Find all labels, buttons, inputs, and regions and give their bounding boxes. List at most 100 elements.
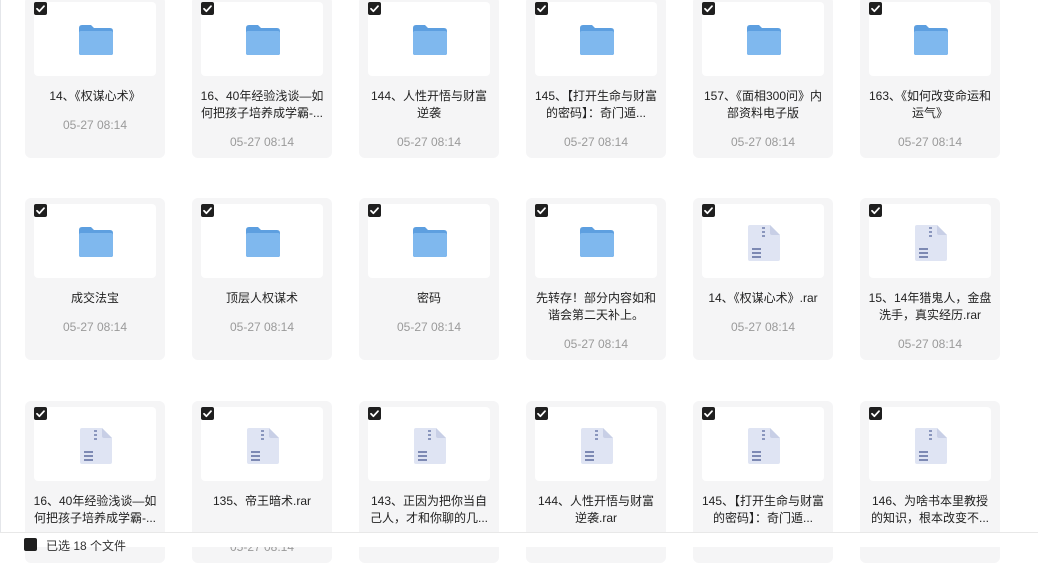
folder-card[interactable]: 成交法宝 05-27 08:14 — [25, 198, 165, 360]
file-date: 05-27 08:14 — [229, 320, 295, 334]
file-name[interactable]: 144、人性开悟与财富逆袭.rar — [534, 493, 658, 527]
selection-checkbox[interactable] — [34, 204, 47, 217]
file-date: 05-27 08:14 — [229, 135, 295, 149]
file-name[interactable]: 146、为啥书本里教授的知识，根本改变不... — [868, 493, 992, 527]
left-divider — [0, 0, 1, 547]
selection-checkbox[interactable] — [201, 204, 214, 217]
file-thumbnail[interactable] — [702, 204, 824, 278]
folder-icon — [578, 23, 616, 62]
folder-card[interactable]: 先转存！部分内容如和谐会第二天补上。 05-27 08:14 — [526, 198, 666, 360]
file-name[interactable]: 145、【打开生命与财富的密码】：奇门遁... — [701, 493, 825, 527]
file-name[interactable]: 144、人性开悟与财富逆袭 — [367, 88, 491, 122]
selection-checkbox[interactable] — [368, 407, 381, 420]
file-date: 05-27 08:14 — [897, 337, 963, 351]
archive-file-icon — [78, 427, 114, 470]
selection-checkbox[interactable] — [34, 2, 47, 15]
file-thumbnail[interactable] — [201, 204, 323, 278]
file-thumbnail[interactable] — [535, 2, 657, 76]
selection-bar: 已选 18 个文件 — [0, 532, 1038, 553]
folder-icon — [244, 225, 282, 264]
file-date: 05-27 08:14 — [730, 320, 796, 334]
file-thumbnail[interactable] — [869, 2, 991, 76]
file-thumbnail[interactable] — [869, 204, 991, 278]
selection-checkbox[interactable] — [535, 2, 548, 15]
folder-icon — [77, 23, 115, 62]
archive-file-icon — [746, 224, 782, 267]
archive-file-icon — [245, 427, 281, 470]
file-date: 05-27 08:14 — [396, 135, 462, 149]
archive-file-icon — [579, 427, 615, 470]
file-name[interactable]: 135、帝王暗术.rar — [200, 493, 324, 510]
file-name[interactable]: 15、14年猎鬼人，金盘洗手，真实经历.rar — [868, 290, 992, 324]
selection-checkbox[interactable] — [869, 407, 882, 420]
file-thumbnail[interactable] — [34, 204, 156, 278]
file-name[interactable]: 密码 — [367, 290, 491, 307]
archive-file-icon — [913, 224, 949, 267]
folder-card[interactable]: 16、40年经验浅谈—如何把孩子培养成学霸-... 05-27 08:14 — [192, 0, 332, 158]
file-date: 05-27 08:14 — [62, 118, 128, 132]
archive-file-icon — [412, 427, 448, 470]
folder-icon — [411, 23, 449, 62]
file-name[interactable]: 14、《权谋心术》.rar — [701, 290, 825, 307]
folder-icon — [244, 23, 282, 62]
file-name[interactable]: 145、【打开生命与财富的密码】：奇门遁... — [534, 88, 658, 122]
selection-checkbox[interactable] — [702, 204, 715, 217]
file-thumbnail[interactable] — [34, 2, 156, 76]
selection-count: 已选 18 个文件 — [46, 539, 127, 553]
folder-icon — [745, 23, 783, 62]
file-date: 05-27 08:14 — [62, 320, 128, 334]
file-name[interactable]: 143、正因为把你当自己人，才和你聊的几... — [367, 493, 491, 527]
file-date: 05-27 08:14 — [563, 337, 629, 351]
file-date: 05-27 08:14 — [897, 135, 963, 149]
file-thumbnail[interactable] — [368, 407, 490, 481]
selection-checkbox[interactable] — [201, 2, 214, 15]
file-thumbnail[interactable] — [535, 204, 657, 278]
archive-file-icon — [746, 427, 782, 470]
file-thumbnail[interactable] — [368, 2, 490, 76]
archive-file-icon — [913, 427, 949, 470]
selection-checkbox[interactable] — [368, 2, 381, 15]
folder-card[interactable]: 163、《如何改变命运和运气》 05-27 08:14 — [860, 0, 1000, 158]
selection-checkbox[interactable] — [702, 407, 715, 420]
select-all-checkbox[interactable] — [24, 538, 37, 551]
folder-card[interactable]: 144、人性开悟与财富逆袭 05-27 08:14 — [359, 0, 499, 158]
file-date: 05-27 08:14 — [396, 320, 462, 334]
selection-checkbox[interactable] — [869, 204, 882, 217]
file-name[interactable]: 157、《面相300问》内部资料电子版 — [701, 88, 825, 122]
selection-checkbox[interactable] — [368, 204, 381, 217]
file-thumbnail[interactable] — [368, 204, 490, 278]
file-name[interactable]: 顶层人权谋术 — [200, 290, 324, 307]
file-name[interactable]: 163、《如何改变命运和运气》 — [868, 88, 992, 122]
selection-checkbox[interactable] — [535, 204, 548, 217]
folder-card[interactable]: 14、《权谋心术》 05-27 08:14 — [25, 0, 165, 158]
file-date: 05-27 08:14 — [563, 135, 629, 149]
archive-card[interactable]: 14、《权谋心术》.rar 05-27 08:14 — [693, 198, 833, 360]
folder-card[interactable]: 145、【打开生命与财富的密码】：奇门遁... 05-27 08:14 — [526, 0, 666, 158]
folder-icon — [411, 225, 449, 264]
file-thumbnail[interactable] — [201, 2, 323, 76]
file-name[interactable]: 14、《权谋心术》 — [33, 88, 157, 105]
folder-icon — [578, 225, 616, 264]
file-thumbnail[interactable] — [201, 407, 323, 481]
selection-checkbox[interactable] — [535, 407, 548, 420]
file-name[interactable]: 成交法宝 — [33, 290, 157, 307]
file-name[interactable]: 16、40年经验浅谈—如何把孩子培养成学霸-... — [33, 493, 157, 527]
file-thumbnail[interactable] — [34, 407, 156, 481]
file-thumbnail[interactable] — [535, 407, 657, 481]
file-thumbnail[interactable] — [702, 2, 824, 76]
folder-card[interactable]: 密码 05-27 08:14 — [359, 198, 499, 360]
file-thumbnail[interactable] — [702, 407, 824, 481]
selection-checkbox[interactable] — [34, 407, 47, 420]
selection-checkbox[interactable] — [702, 2, 715, 15]
file-date: 05-27 08:14 — [730, 135, 796, 149]
file-thumbnail[interactable] — [869, 407, 991, 481]
file-name[interactable]: 16、40年经验浅谈—如何把孩子培养成学霸-... — [200, 88, 324, 122]
folder-card[interactable]: 顶层人权谋术 05-27 08:14 — [192, 198, 332, 360]
folder-card[interactable]: 157、《面相300问》内部资料电子版 05-27 08:14 — [693, 0, 833, 158]
file-name[interactable]: 先转存！部分内容如和谐会第二天补上。 — [534, 290, 658, 324]
selection-checkbox[interactable] — [869, 2, 882, 15]
archive-card[interactable]: 15、14年猎鬼人，金盘洗手，真实经历.rar 05-27 08:14 — [860, 198, 1000, 360]
folder-icon — [77, 225, 115, 264]
selection-checkbox[interactable] — [201, 407, 214, 420]
folder-icon — [912, 23, 950, 62]
